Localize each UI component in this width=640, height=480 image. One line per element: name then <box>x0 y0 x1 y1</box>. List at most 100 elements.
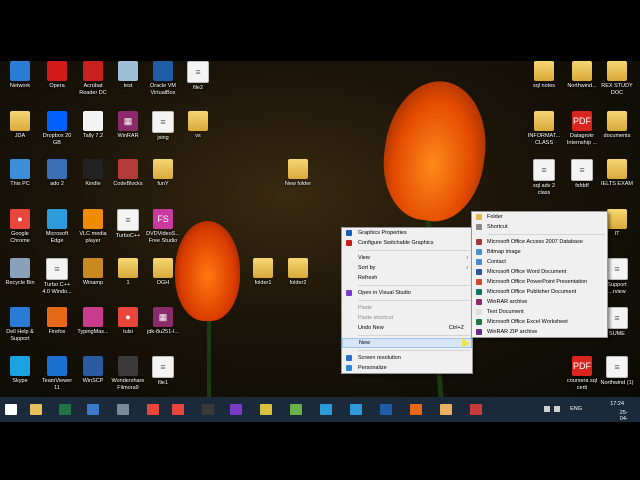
new-item-microsoft-office-publisher-document[interactable]: Microsoft Office Publisher Document <box>472 287 607 297</box>
desktop-icon[interactable]: vs <box>181 111 215 140</box>
snipping-taskbar-button[interactable] <box>468 400 484 418</box>
new-item-winrar-archive[interactable]: WinRAR archive <box>472 297 607 307</box>
new-item-microsoft-office-excel-worksheet[interactable]: Microsoft Office Excel Worksheet <box>472 317 607 327</box>
virtualbox-taskbar-button[interactable] <box>378 400 394 418</box>
menu-item-paste-shortcut[interactable]: Paste shortcut <box>342 313 472 323</box>
desktop-icon[interactable]: Microsoft Edge <box>40 209 74 244</box>
desktop[interactable]: Network Opera Acrobat Reader DC test Oracle … <box>0 61 640 397</box>
desktop-icon[interactable]: New folder <box>281 159 315 188</box>
menu-item-personalize[interactable]: Personalize <box>342 363 472 373</box>
desktop-icon[interactable]: WinSCP <box>76 356 110 385</box>
desktop-icon[interactable]: REX STUDY DOC <box>600 61 634 96</box>
visual-studio-taskbar-button[interactable] <box>228 400 244 418</box>
desktop-icon[interactable]: ado 2 <box>40 159 74 188</box>
desktop-icon[interactable]: Dropbox 20 GB <box>40 111 74 146</box>
dell-help-icon <box>10 307 30 327</box>
new-item-text-document[interactable]: Text Document <box>472 307 607 317</box>
desktop-icon[interactable]: ● Google Chrome <box>3 209 37 244</box>
desktop-icon[interactable]: ▦ jdk-8u251-l... <box>146 307 180 336</box>
desktop-icon[interactable]: ≡ file1 <box>146 356 180 387</box>
desktop-icon[interactable]: FS DVDVideoS... Free Studio <box>146 209 180 244</box>
clock-time[interactable]: 17:24 <box>610 401 624 407</box>
desktop-icon[interactable]: ≡ TurboC++ <box>111 209 145 240</box>
desktop-icon[interactable]: ≡ jsing <box>146 111 180 142</box>
menu-item-screen-resolution[interactable]: Screen resolution <box>342 353 472 363</box>
new-item-contact[interactable]: Contact <box>472 257 607 267</box>
new-item-microsoft-office-access-2007-database[interactable]: Microsoft Office Access 2007 Database <box>472 237 607 247</box>
edge-taskbar-button[interactable] <box>348 400 364 418</box>
desktop-icon[interactable]: ▦ WinRAR <box>111 111 145 140</box>
desktop-icon[interactable]: Skype <box>3 356 37 385</box>
kindle-taskbar-button[interactable] <box>200 400 216 418</box>
menu-item-paste[interactable]: Paste <box>342 303 472 313</box>
desktop-icon[interactable]: TypingMas... <box>76 307 110 336</box>
paint-taskbar-button[interactable] <box>438 400 454 418</box>
desktop-icon[interactable]: PDF Datagrokr Internship ... <box>565 111 599 146</box>
volume-tray-icon[interactable] <box>554 406 560 412</box>
desktop-icon[interactable]: VLC media player <box>76 209 110 244</box>
desktop-icon[interactable]: funY <box>146 159 180 188</box>
desktop-icon-label: Kindle <box>85 181 101 187</box>
chrome-taskbar-button[interactable] <box>170 400 186 418</box>
network-tray-icon[interactable] <box>544 406 550 412</box>
calendar-taskbar-button[interactable] <box>115 400 131 418</box>
desktop-icon[interactable]: Acrobat Reader DC <box>76 61 110 96</box>
desktop-icon[interactable]: TeamViewer 11 <box>40 356 74 391</box>
start-taskbar-button[interactable] <box>3 400 19 418</box>
desktop-icon[interactable]: This PC <box>3 159 37 188</box>
new-item-microsoft-office-word-document[interactable]: Microsoft Office Word Document <box>472 267 607 277</box>
new-item-winrar-zip-archive[interactable]: WinRAR ZIP archive <box>472 327 607 337</box>
desktop-icon[interactable]: documents <box>600 111 634 140</box>
menu-item-new[interactable]: New › <box>342 338 472 348</box>
desktop-icon[interactable]: folder1 <box>246 258 280 287</box>
menu-item-open-in-visual-studio[interactable]: Open in Visual Studio <box>342 288 472 298</box>
excel-taskbar-button[interactable] <box>57 400 73 418</box>
desktop-icon[interactable]: Recycle Bin <box>3 258 37 287</box>
new-item-folder[interactable]: Folder <box>472 212 607 222</box>
desktop-icon[interactable]: ≡ Turbo C++ 4.0 Windo... <box>40 258 74 295</box>
desktop-icon[interactable]: test <box>111 61 145 90</box>
sticky-taskbar-button[interactable] <box>258 400 274 418</box>
desktop-icon[interactable]: ≡ sql adv 2 class <box>527 159 561 196</box>
desktop-icon[interactable]: IELTS EXAM <box>600 159 634 188</box>
desktop-icon[interactable]: ● tulsi <box>111 307 145 336</box>
desktop-icon[interactable]: Oracle VM VirtualBox <box>146 61 180 96</box>
desktop-icon[interactable]: Firefox <box>40 307 74 336</box>
desktop-icon[interactable]: Winamp <box>76 258 110 287</box>
desktop-icon[interactable]: JDA <box>3 111 37 140</box>
desktop-icon[interactable]: PDF coursera sql certi <box>565 356 599 391</box>
desktop-icon[interactable]: Dell Help & Support <box>3 307 37 342</box>
menu-item-sort-by[interactable]: Sort by › <box>342 263 472 273</box>
new-item-microsoft-office-powerpoint-presentation[interactable]: Microsoft Office PowerPoint Presentation <box>472 277 607 287</box>
desktop-icon[interactable]: Kindle <box>76 159 110 188</box>
menu-item-refresh[interactable]: Refresh <box>342 273 472 283</box>
desktop-icon[interactable]: ≡ fsfddf <box>565 159 599 190</box>
desktop-icon[interactable]: Opera <box>40 61 74 90</box>
network-app-taskbar-button[interactable] <box>85 400 101 418</box>
notepadpp-taskbar-button[interactable] <box>288 400 304 418</box>
desktop-icon[interactable]: Network <box>3 61 37 90</box>
desktop-icon[interactable]: Wondershare Filmora9 <box>111 356 145 391</box>
desktop-icon[interactable]: 1 <box>111 258 145 287</box>
new-item-bitmap-image[interactable]: Bitmap image <box>472 247 607 257</box>
desktop-icon[interactable]: INFORMAT... CLASS <box>527 111 561 146</box>
desktop-icon[interactable]: Tally 7.2 <box>76 111 110 140</box>
desktop-icon[interactable]: folder2 <box>281 258 315 287</box>
desktop-icon[interactable]: sql notes <box>527 61 561 90</box>
menu-item-undo-new[interactable]: Undo New Ctrl+Z <box>342 323 472 333</box>
new-item-shortcut[interactable]: Shortcut <box>472 222 607 232</box>
menu-item-graphics-properties[interactable]: Graphics Properties <box>342 228 472 238</box>
remote-taskbar-button[interactable] <box>318 400 334 418</box>
desktop-icon[interactable]: Northwind... <box>565 61 599 90</box>
desktop-icon[interactable]: ≡ Northwind (1) <box>600 356 634 387</box>
desktop-icon[interactable]: OGH <box>146 258 180 287</box>
desktop-icon[interactable]: CodeBlocks <box>111 159 145 188</box>
menu-item-view[interactable]: View › <box>342 253 472 263</box>
language-indicator[interactable]: ENG <box>570 406 582 412</box>
file-explorer-taskbar-button[interactable] <box>28 400 44 418</box>
menu-item-configure-switchable-graphics[interactable]: Configure Switchable Graphics <box>342 238 472 248</box>
desktop-icon-label: coursera sql certi <box>567 378 597 391</box>
chrome-taskbar-button[interactable] <box>145 400 161 418</box>
desktop-icon[interactable]: ≡ file2 <box>181 61 215 92</box>
firefox-taskbar-button[interactable] <box>408 400 424 418</box>
